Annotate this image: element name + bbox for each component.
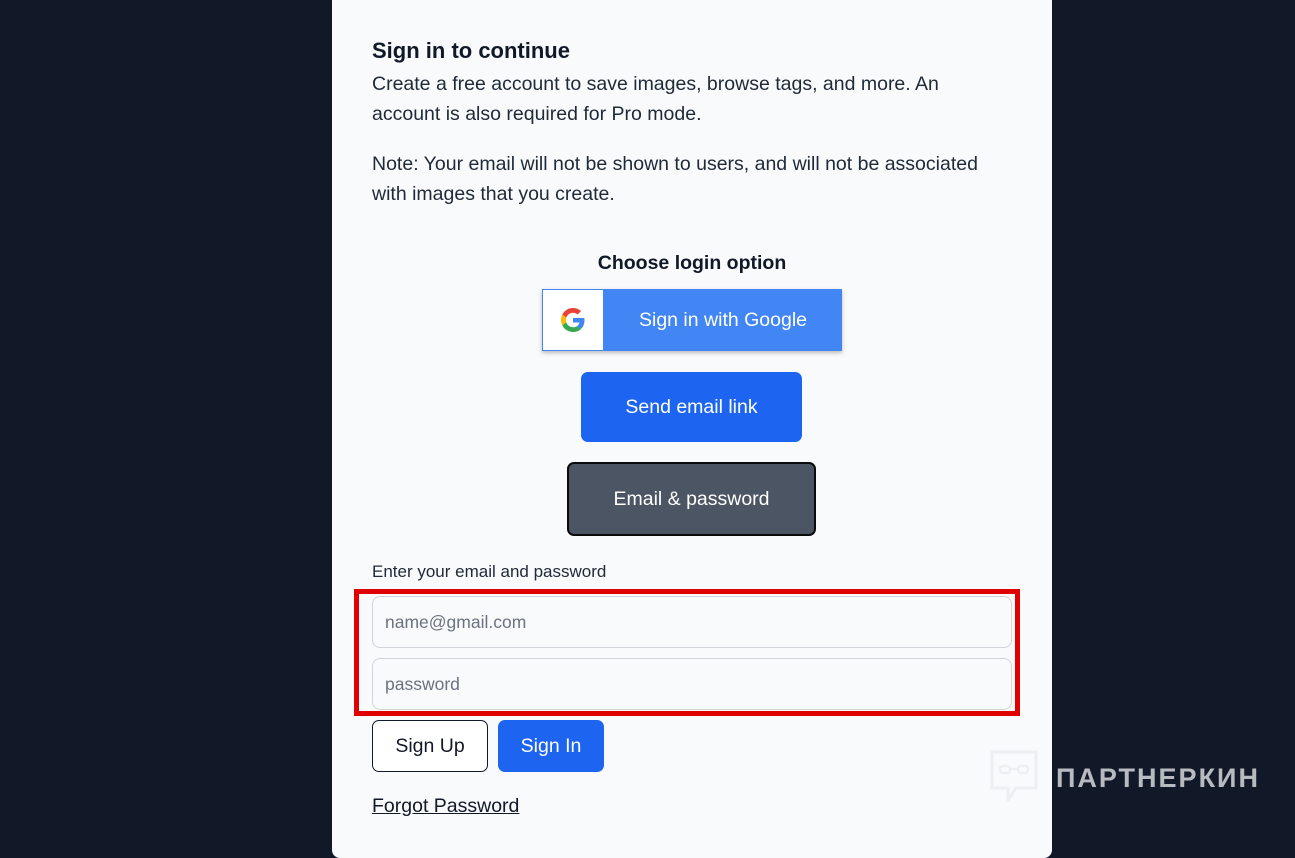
- email-password-form-label: Enter your email and password: [372, 562, 607, 581]
- password-input[interactable]: [372, 658, 1012, 710]
- google-button-label: Sign in with Google: [638, 309, 808, 331]
- sign-in-with-google-button[interactable]: Sign in with Google: [542, 289, 842, 351]
- email-password-button[interactable]: Email & password: [567, 462, 816, 536]
- watermark-text: ПАРТНЕРКИН: [1056, 762, 1260, 793]
- sign-in-button[interactable]: Sign In: [498, 720, 604, 772]
- sign-in-modal: Sign in to continue Create a free accoun…: [332, 0, 1052, 858]
- forgot-password-link[interactable]: Forgot Password: [372, 795, 519, 818]
- modal-description: Create a free account to save images, br…: [372, 73, 939, 125]
- email-input[interactable]: [372, 596, 1012, 648]
- choose-login-option-heading: Choose login option: [597, 252, 787, 274]
- watermark: ПАРТНЕРКИН: [988, 750, 1260, 806]
- google-g-icon: [543, 290, 603, 350]
- send-email-link-button[interactable]: Send email link: [581, 372, 802, 442]
- modal-title: Sign in to continue: [372, 38, 570, 63]
- chat-bubble-icon: [988, 748, 1040, 809]
- modal-note: Note: Your email will not be shown to us…: [372, 153, 978, 205]
- sign-up-button[interactable]: Sign Up: [372, 720, 488, 772]
